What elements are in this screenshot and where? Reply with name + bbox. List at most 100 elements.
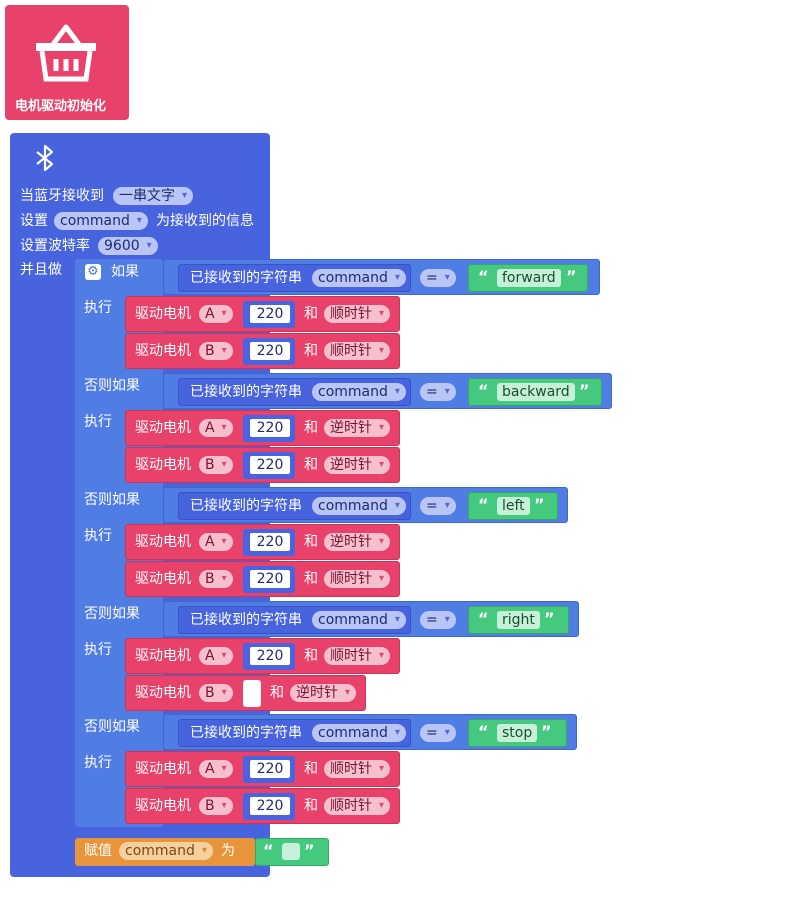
set-suffix-label: 为接收到的信息 <box>156 213 254 229</box>
empty-speed-socket[interactable] <box>243 680 261 707</box>
baud-dropdown[interactable]: 9600 <box>98 237 158 255</box>
speed-input[interactable]: 220 <box>250 760 290 778</box>
string-value-field[interactable]: right <box>497 611 540 629</box>
basket-icon <box>36 24 96 82</box>
elseif-label: 否则如果 <box>84 492 140 508</box>
condition-variable-dropdown[interactable]: command <box>312 269 406 287</box>
speed-input[interactable]: 220 <box>250 419 290 437</box>
do-branch-label: 执行 <box>84 300 112 316</box>
and-label: 和 <box>304 534 318 550</box>
and-label: 和 <box>304 571 318 587</box>
elseif-label: 否则如果 <box>84 719 140 735</box>
set-variable-dropdown[interactable]: command <box>54 212 148 230</box>
drive-motor-label: 驱动电机 <box>135 648 191 664</box>
quote-close-icon: ” <box>544 609 555 628</box>
quote-open-icon: “ <box>263 841 274 860</box>
and-label: 和 <box>304 648 318 664</box>
do-branch-label: 执行 <box>84 642 112 658</box>
direction-dropdown[interactable]: 顺时针 <box>324 797 390 815</box>
quote-close-icon: ” <box>579 381 590 400</box>
motor-dropdown[interactable]: A <box>199 647 233 665</box>
string-value-field[interactable]: forward <box>497 269 561 287</box>
do-branch-label: 执行 <box>84 755 112 771</box>
operator-dropdown[interactable]: = <box>420 269 456 287</box>
motor-init-block[interactable]: 电机驱动初始化 <box>5 5 129 120</box>
speed-input[interactable]: 220 <box>250 647 290 665</box>
quote-open-icon: “ <box>478 267 489 286</box>
and-label: 和 <box>304 457 318 473</box>
direction-dropdown[interactable]: 顺时针 <box>324 570 390 588</box>
direction-dropdown[interactable]: 逆时针 <box>324 533 390 551</box>
received-string-label: 已接收到的字符串 <box>190 270 302 286</box>
bluetooth-icon <box>36 144 54 172</box>
direction-dropdown[interactable]: 顺时针 <box>324 647 390 665</box>
motor-dropdown[interactable]: A <box>199 419 233 437</box>
motor-dropdown[interactable]: B <box>199 570 233 588</box>
speed-input[interactable]: 220 <box>250 342 290 360</box>
and-label: 和 <box>304 306 318 322</box>
speed-input[interactable]: 220 <box>250 533 290 551</box>
assign-variable-dropdown[interactable]: command <box>119 842 213 860</box>
set-label: 设置 <box>20 213 48 229</box>
drive-motor-label: 驱动电机 <box>135 420 191 436</box>
motor-dropdown[interactable]: B <box>199 456 233 474</box>
quote-open-icon: “ <box>478 381 489 400</box>
received-string-label: 已接收到的字符串 <box>190 384 302 400</box>
motor-dropdown[interactable]: B <box>199 684 233 702</box>
empty-string-field[interactable] <box>282 843 300 860</box>
operator-dropdown[interactable]: = <box>420 383 456 401</box>
motor-dropdown[interactable]: B <box>199 797 233 815</box>
bluetooth-receive-label: 当蓝牙接收到 <box>20 188 104 204</box>
elseif-label: 否则如果 <box>84 606 140 622</box>
baud-label: 设置波特率 <box>20 238 90 254</box>
drive-motor-label: 驱动电机 <box>135 685 191 701</box>
motor-dropdown[interactable]: A <box>199 760 233 778</box>
receive-type-dropdown[interactable]: 一串文字 <box>113 187 193 205</box>
condition-variable-dropdown[interactable]: command <box>312 611 406 629</box>
drive-motor-label: 驱动电机 <box>135 306 191 322</box>
drive-motor-label: 驱动电机 <box>135 457 191 473</box>
string-value-field[interactable]: stop <box>497 724 538 742</box>
quote-open-icon: “ <box>478 495 489 514</box>
drive-motor-label: 驱动电机 <box>135 534 191 550</box>
gear-icon: ⚙ <box>87 264 99 279</box>
quote-open-icon: “ <box>478 722 489 741</box>
quote-close-icon: ” <box>304 841 315 860</box>
speed-input[interactable]: 220 <box>250 305 290 323</box>
do-branch-label: 执行 <box>84 414 112 430</box>
speed-input[interactable]: 220 <box>250 570 290 588</box>
and-label: 和 <box>304 761 318 777</box>
condition-variable-dropdown[interactable]: command <box>312 497 406 515</box>
operator-dropdown[interactable]: = <box>420 497 456 515</box>
operator-dropdown[interactable]: = <box>420 611 456 629</box>
and-label: 和 <box>304 420 318 436</box>
drive-motor-label: 驱动电机 <box>135 798 191 814</box>
and-label: 和 <box>304 343 318 359</box>
direction-dropdown[interactable]: 逆时针 <box>324 419 390 437</box>
string-value-field[interactable]: left <box>497 497 530 515</box>
condition-variable-dropdown[interactable]: command <box>312 383 406 401</box>
direction-dropdown[interactable]: 逆时针 <box>290 684 356 702</box>
quote-close-icon: ” <box>541 722 552 741</box>
drive-motor-label: 驱动电机 <box>135 571 191 587</box>
motor-dropdown[interactable]: A <box>199 305 233 323</box>
direction-dropdown[interactable]: 顺时针 <box>324 342 390 360</box>
drive-motor-label: 驱动电机 <box>135 343 191 359</box>
and-label: 和 <box>304 798 318 814</box>
operator-dropdown[interactable]: = <box>420 724 456 742</box>
direction-dropdown[interactable]: 逆时针 <box>324 456 390 474</box>
speed-input[interactable]: 220 <box>250 456 290 474</box>
condition-variable-dropdown[interactable]: command <box>312 724 406 742</box>
direction-dropdown[interactable]: 顺时针 <box>324 305 390 323</box>
motor-dropdown[interactable]: A <box>199 533 233 551</box>
motor-dropdown[interactable]: B <box>199 342 233 360</box>
direction-dropdown[interactable]: 顺时针 <box>324 760 390 778</box>
quote-close-icon: ” <box>566 267 577 286</box>
received-string-label: 已接收到的字符串 <box>190 498 302 514</box>
string-value-field[interactable]: backward <box>497 383 575 401</box>
speed-input[interactable]: 220 <box>250 797 290 815</box>
quote-close-icon: ” <box>534 495 545 514</box>
if-label: 如果 <box>111 264 139 280</box>
drive-motor-label: 驱动电机 <box>135 761 191 777</box>
quote-open-icon: “ <box>478 609 489 628</box>
